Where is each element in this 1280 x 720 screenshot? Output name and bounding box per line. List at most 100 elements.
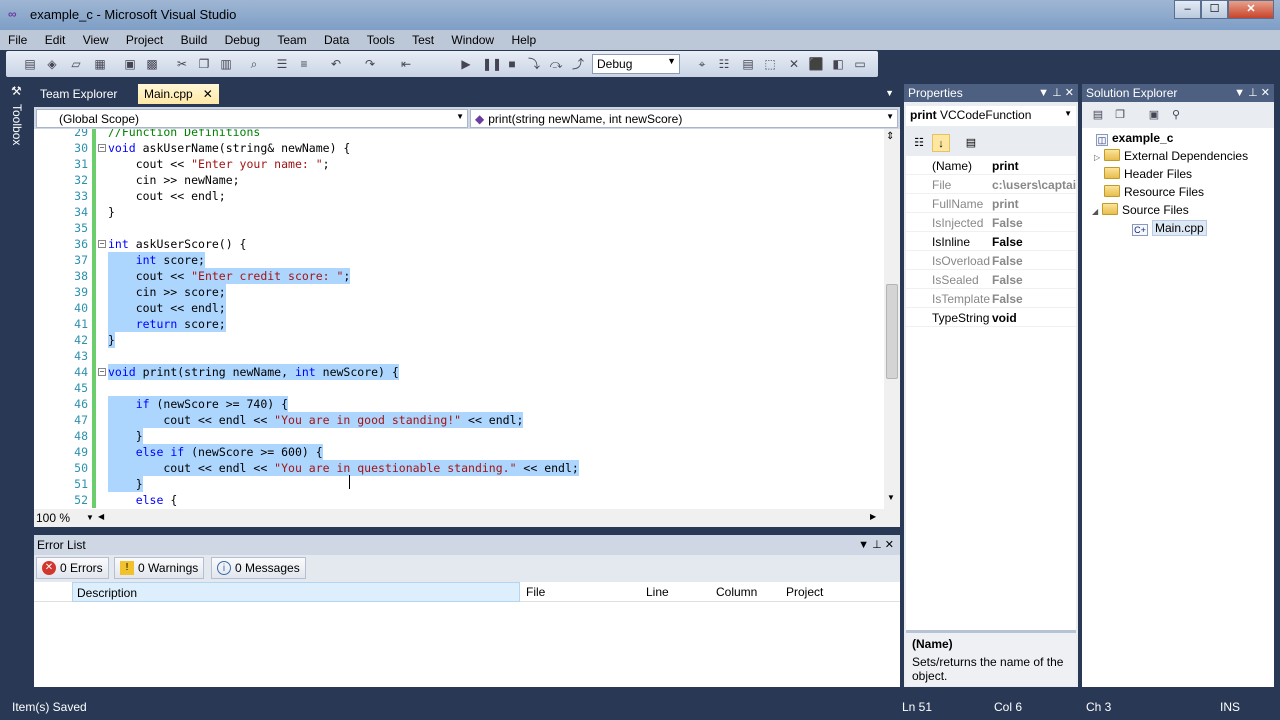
code-area[interactable]: 29//Function Definitions 30− void askUser… bbox=[34, 129, 884, 509]
property-row[interactable]: FullName print bbox=[906, 194, 1076, 213]
collapse-icon[interactable]: − bbox=[98, 144, 106, 152]
maximize-button[interactable]: ☐ bbox=[1201, 0, 1228, 19]
column-description[interactable]: Description bbox=[72, 582, 520, 602]
solution-explorer-icon[interactable]: ☷ bbox=[716, 56, 732, 72]
menu-window[interactable]: Window bbox=[443, 30, 500, 47]
expand-icon[interactable]: ▷ bbox=[1094, 153, 1104, 162]
stop-icon[interactable]: ■ bbox=[504, 56, 520, 72]
add-item-icon[interactable]: ◈ bbox=[44, 56, 60, 72]
comment-icon[interactable]: ☰ bbox=[274, 56, 290, 72]
undo-icon[interactable]: ↶ bbox=[328, 56, 344, 72]
tree-item[interactable]: Resource Files bbox=[1104, 185, 1204, 203]
pin-icon[interactable]: ⊥ bbox=[1248, 87, 1258, 99]
collapse-icon[interactable]: ◢ bbox=[1092, 207, 1102, 216]
object-selector[interactable]: print VCCodeFunction ▼ bbox=[906, 106, 1076, 126]
code-editor[interactable]: 29//Function Definitions 30− void askUser… bbox=[34, 129, 900, 527]
paste-icon[interactable]: ▥ bbox=[218, 56, 234, 72]
find-icon[interactable]: ⌕ bbox=[246, 56, 262, 72]
show-all-files-icon[interactable]: ❐ bbox=[1112, 107, 1128, 123]
vertical-scrollbar[interactable]: ⇕ ▼ bbox=[884, 129, 900, 509]
tree-item[interactable]: ▷ External Dependencies bbox=[1094, 149, 1248, 167]
class-diagram-icon[interactable]: ⚲ bbox=[1168, 107, 1184, 123]
step-into-icon[interactable]: ⤵ bbox=[526, 56, 542, 72]
pin-icon[interactable]: ⊥ bbox=[872, 539, 882, 551]
properties-icon[interactable]: ▤ bbox=[740, 56, 756, 72]
minimize-button[interactable]: ‒ bbox=[1174, 0, 1201, 19]
menu-build[interactable]: Build bbox=[173, 30, 214, 47]
messages-filter-button[interactable]: i0 Messages bbox=[211, 557, 306, 579]
property-row[interactable]: (Name) print bbox=[906, 156, 1076, 175]
file-item[interactable]: C+ Main.cpp bbox=[1132, 220, 1207, 239]
pin-icon[interactable]: ⊥ bbox=[1052, 87, 1062, 99]
dropdown-icon[interactable]: ▼ bbox=[858, 539, 869, 551]
column-column[interactable]: Column bbox=[716, 585, 757, 599]
properties-icon[interactable]: ▤ bbox=[1090, 107, 1106, 123]
menu-help[interactable]: Help bbox=[503, 30, 542, 47]
start-page-icon[interactable]: ◧ bbox=[830, 56, 846, 72]
close-icon[interactable]: ✕ bbox=[885, 539, 894, 551]
menu-edit[interactable]: Edit bbox=[37, 30, 72, 47]
toolbox-icon[interactable]: ✕ bbox=[786, 56, 802, 72]
property-row[interactable]: IsTemplate False bbox=[906, 289, 1076, 308]
zoom-level[interactable]: 100 % bbox=[36, 511, 70, 525]
start-debugging-icon[interactable]: ▶ bbox=[458, 56, 474, 72]
alphabetical-icon[interactable]: ↓ bbox=[932, 134, 950, 152]
menu-team[interactable]: Team bbox=[269, 30, 312, 47]
menu-debug[interactable]: Debug bbox=[217, 30, 266, 47]
scroll-down-icon[interactable]: ▼ bbox=[887, 493, 895, 502]
command-window-icon[interactable]: ▭ bbox=[852, 56, 868, 72]
member-dropdown[interactable]: ◆ print(string newName, int newScore) ▼ bbox=[470, 109, 898, 128]
cut-icon[interactable]: ✂ bbox=[174, 56, 190, 72]
chevron-down-icon[interactable]: ▼ bbox=[86, 513, 94, 522]
menu-view[interactable]: View bbox=[75, 30, 115, 47]
errors-filter-button[interactable]: ✕ 0 Errors bbox=[36, 557, 109, 579]
copy-icon[interactable]: ❐ bbox=[196, 56, 212, 72]
menu-tools[interactable]: Tools bbox=[359, 30, 401, 47]
property-row[interactable]: File c:\users\captain bbox=[906, 175, 1076, 194]
close-icon[interactable]: ✕ bbox=[203, 87, 213, 101]
menu-data[interactable]: Data bbox=[316, 30, 355, 47]
solution-configuration-select[interactable]: Debug ▼ bbox=[592, 54, 680, 74]
save-icon[interactable]: ▣ bbox=[122, 56, 138, 72]
scrollbar-thumb[interactable] bbox=[886, 284, 898, 379]
warnings-filter-button[interactable]: ! 0 Warnings bbox=[114, 557, 205, 579]
column-line[interactable]: Line bbox=[646, 585, 669, 599]
project-node[interactable]: ◫ example_c bbox=[1096, 131, 1173, 149]
tab-team-explorer[interactable]: Team Explorer bbox=[34, 84, 123, 104]
new-project-icon[interactable]: ▤ bbox=[22, 56, 38, 72]
redo-icon[interactable]: ↷ bbox=[362, 56, 378, 72]
property-row[interactable]: IsInline False bbox=[906, 232, 1076, 251]
property-row[interactable]: IsOverload False bbox=[906, 251, 1076, 270]
collapse-icon[interactable]: − bbox=[98, 240, 106, 248]
tree-item[interactable]: Header Files bbox=[1104, 167, 1192, 185]
toolbox-tab[interactable]: ⚒ Toolbox bbox=[8, 82, 28, 154]
save-all-icon[interactable]: ▩ bbox=[144, 56, 160, 72]
extension-manager-icon[interactable]: ⬛ bbox=[808, 56, 824, 72]
menu-project[interactable]: Project bbox=[118, 30, 169, 47]
dropdown-icon[interactable]: ▼ bbox=[1038, 87, 1049, 99]
uncomment-icon[interactable]: ≡ bbox=[296, 56, 312, 72]
open-file-icon[interactable]: ▦ bbox=[92, 56, 108, 72]
scroll-left-icon[interactable]: ◀ bbox=[98, 512, 104, 521]
pause-icon[interactable]: ❚❚ bbox=[482, 56, 502, 72]
object-browser-icon[interactable]: ⬚ bbox=[762, 56, 778, 72]
menu-file[interactable]: File bbox=[0, 30, 33, 47]
split-icon[interactable]: ⇕ bbox=[886, 131, 894, 142]
menu-test[interactable]: Test bbox=[404, 30, 440, 47]
close-button[interactable]: ✕ bbox=[1228, 0, 1274, 19]
scroll-right-icon[interactable]: ▶ bbox=[870, 512, 876, 521]
step-over-icon[interactable]: ⤼ bbox=[548, 56, 564, 72]
scope-dropdown[interactable]: (Global Scope) ▼ bbox=[36, 109, 468, 128]
view-code-icon[interactable]: ▣ bbox=[1146, 107, 1162, 123]
tab-list-dropdown-icon[interactable]: ▼ bbox=[885, 88, 894, 98]
property-row[interactable]: IsSealed False bbox=[906, 270, 1076, 289]
horizontal-scrollbar[interactable]: 100 % ▼ ◀ ▶ bbox=[34, 509, 900, 527]
collapse-icon[interactable]: − bbox=[98, 368, 106, 376]
close-icon[interactable]: ✕ bbox=[1261, 87, 1270, 99]
column-file[interactable]: File bbox=[526, 585, 545, 599]
tab-main-cpp[interactable]: Main.cpp ✕ bbox=[138, 84, 219, 104]
navigate-back-icon[interactable]: ⇤ bbox=[398, 56, 414, 72]
close-icon[interactable]: ✕ bbox=[1065, 87, 1074, 99]
property-row[interactable]: IsInjected False bbox=[906, 213, 1076, 232]
categorized-icon[interactable]: ☷ bbox=[910, 134, 928, 152]
